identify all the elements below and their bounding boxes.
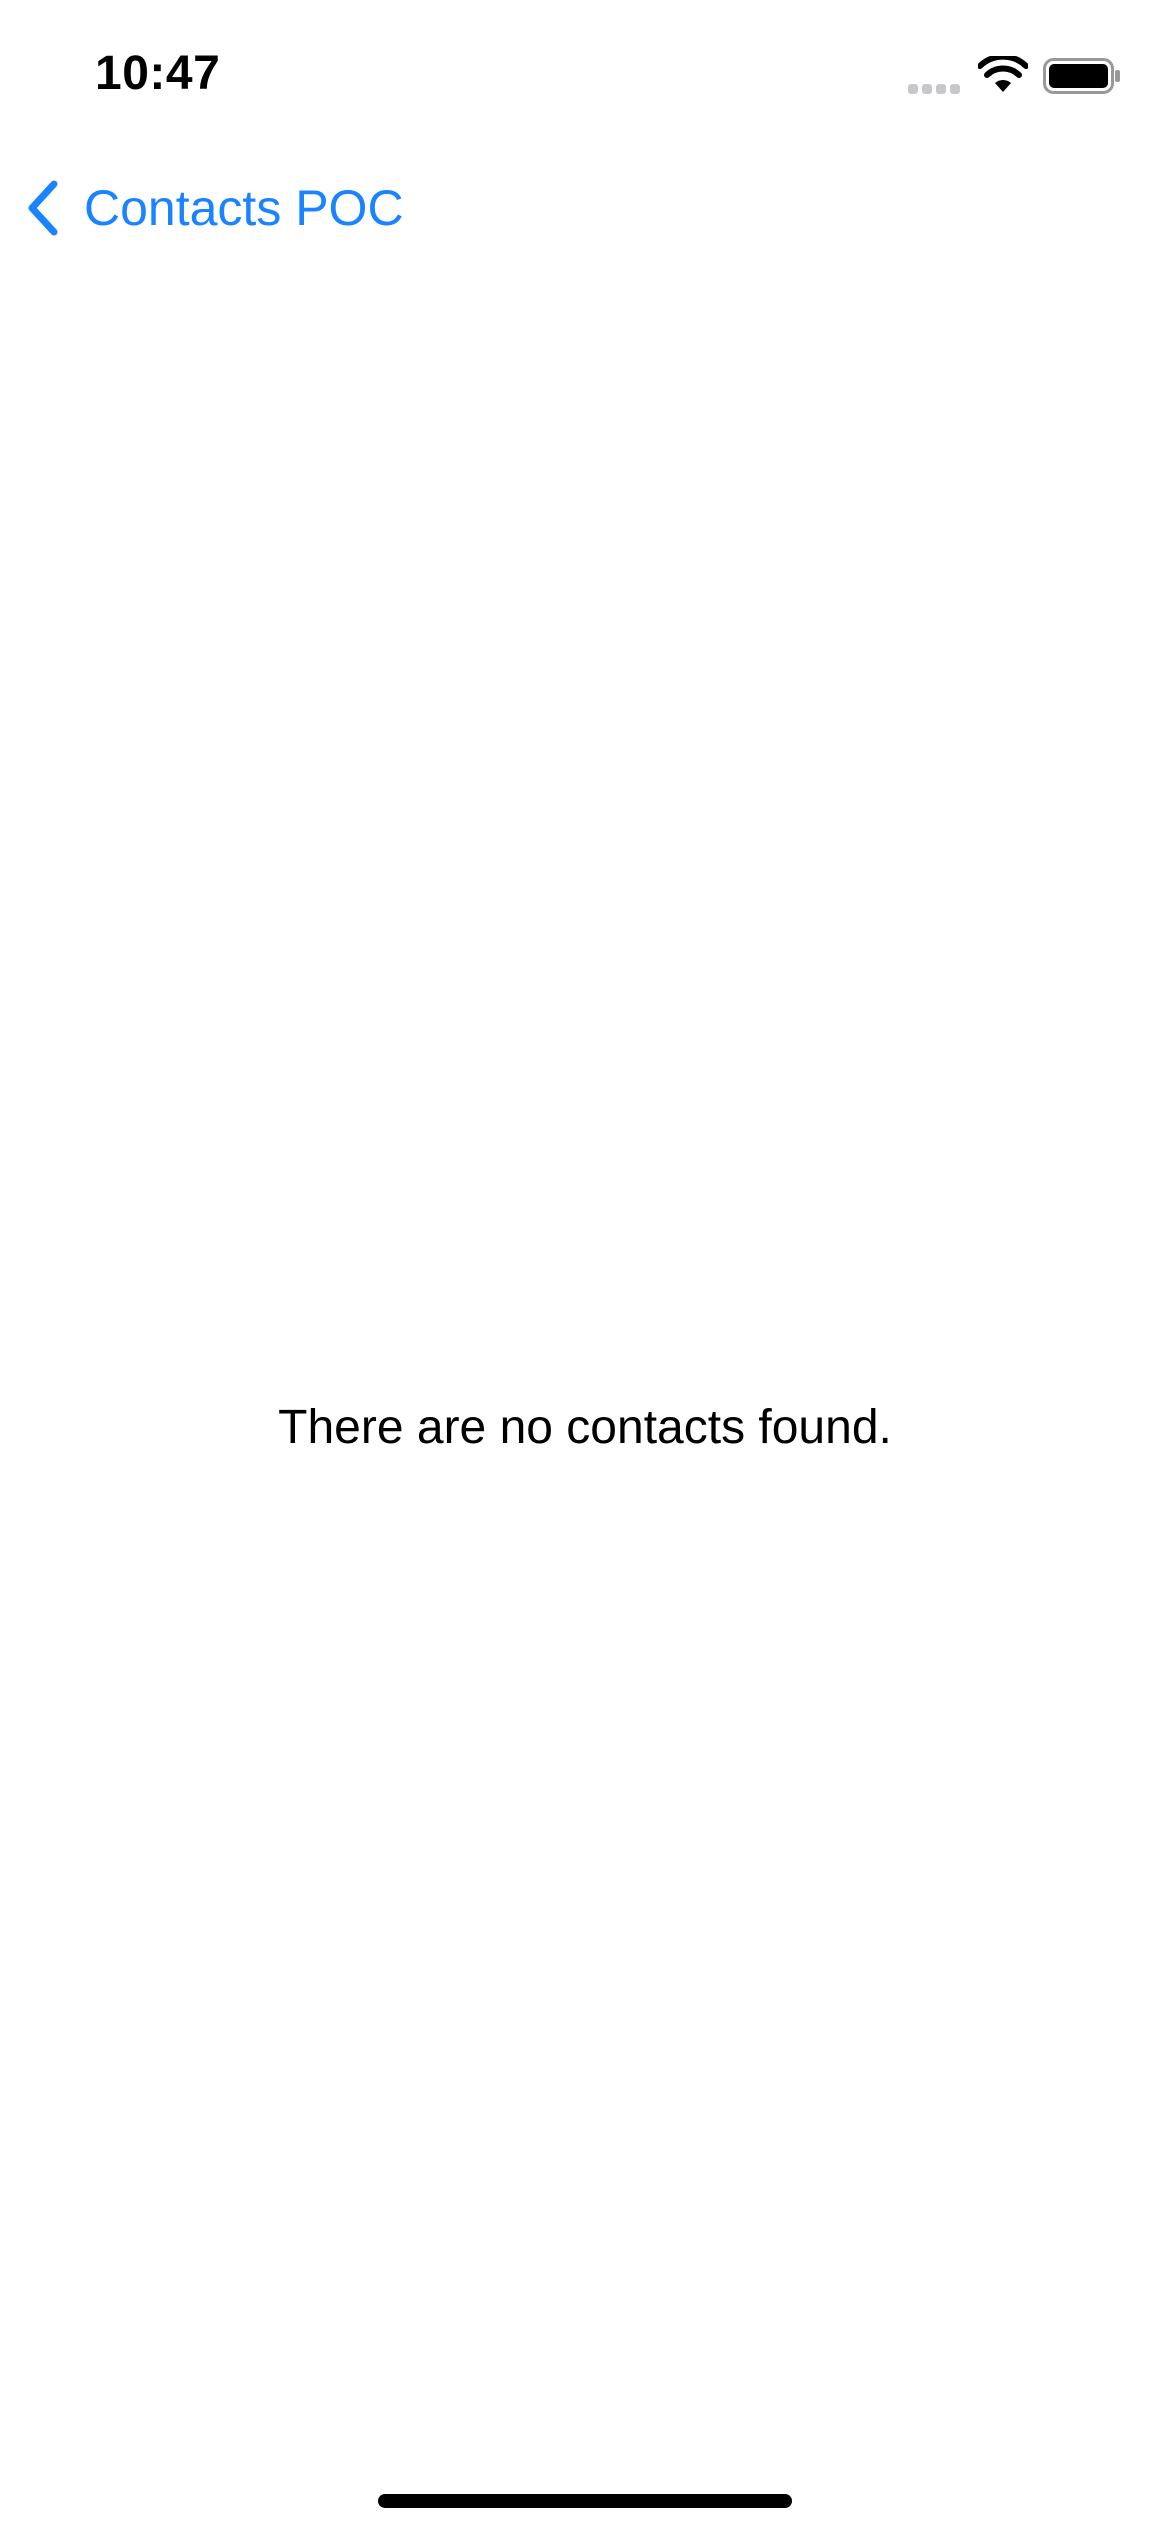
status-bar: 10:47	[0, 0, 1170, 140]
empty-state-message: There are no contacts found.	[278, 1401, 892, 1454]
home-indicator[interactable]	[378, 2494, 792, 2508]
back-button[interactable]: Contacts POC	[22, 176, 404, 240]
wifi-icon	[978, 56, 1028, 92]
cellular-signal-icon	[908, 82, 960, 94]
battery-icon	[1043, 58, 1120, 94]
status-time: 10:47	[95, 47, 221, 100]
chevron-left-icon	[28, 180, 58, 236]
contacts-screen: 10:47 Contacts POC There are no contacts…	[0, 0, 1170, 2532]
back-button-label: Contacts POC	[84, 180, 404, 236]
